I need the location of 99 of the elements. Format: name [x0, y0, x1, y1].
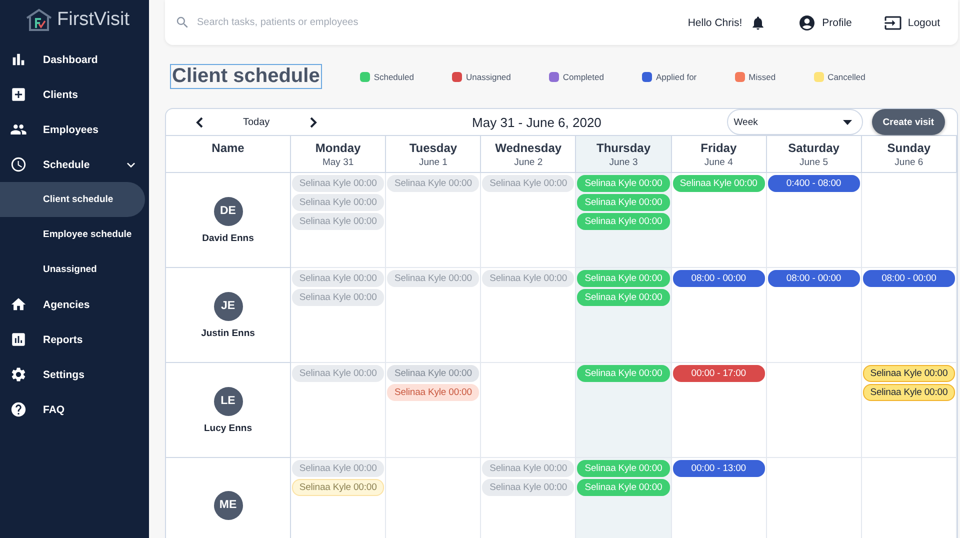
visit-pill[interactable]: Selinaa Kyle 00:00 [387, 384, 480, 401]
day-date: June 3 [609, 157, 638, 168]
next-button[interactable] [310, 116, 317, 128]
nav-icon [10, 296, 27, 313]
visit-pill[interactable]: 00:00 - 17:00 [672, 365, 765, 382]
page-title: Client schedule [170, 64, 322, 89]
day-name: Tuesday [409, 141, 458, 155]
day-name: Monday [315, 141, 361, 155]
brand-name: FirstVisit [57, 9, 130, 31]
avatar: DE [214, 196, 242, 226]
visit-pill[interactable]: Selinaa Kyle 00:00 [482, 460, 574, 477]
nav-icon [10, 51, 27, 68]
visit-pill[interactable]: Selinaa Kyle 00:00 [577, 175, 670, 192]
sidebar-item[interactable]: Employees [0, 112, 139, 147]
today-button[interactable]: Today [237, 116, 276, 128]
client-name: Lucy Enns [204, 422, 252, 434]
visit-pill[interactable]: Selinaa Kyle 00:00 [577, 289, 670, 306]
legend-label: Applied for [656, 72, 697, 82]
search-field[interactable]: Search tasks, patients or employees [195, 16, 680, 29]
greeting-text: Hello Chris! [688, 16, 742, 28]
visit-pill[interactable]: Selinaa Kyle 00:00 [862, 384, 955, 401]
day-date: June 6 [894, 157, 924, 168]
sidebar-item[interactable]: Dashboard [0, 42, 139, 77]
avatar: ME [214, 490, 242, 520]
sidebar-subitem[interactable]: Client schedule [0, 182, 145, 217]
avatar: JE [214, 292, 242, 320]
nav-icon [10, 86, 27, 103]
sidebar-item[interactable]: Agencies [0, 287, 139, 322]
visit-pill[interactable]: Selinaa Kyle 00:00 [482, 479, 574, 496]
legend-label: Unassigned [466, 72, 511, 82]
visit-pill[interactable]: 00:00 - 13:00 [672, 460, 765, 477]
visit-pill[interactable]: Selinaa Kyle 00:00 [482, 175, 574, 192]
visit-pill[interactable]: Selinaa Kyle 00:00 [292, 213, 384, 230]
day-date: June 2 [514, 157, 543, 168]
house-logo-icon [24, 8, 54, 32]
day-name: Wednesday [495, 141, 562, 155]
visit-pill[interactable]: Selinaa Kyle 00:00 [862, 365, 955, 382]
day-name: Sunday [887, 141, 931, 155]
day-date: June 4 [704, 157, 733, 168]
visit-pill[interactable]: Selinaa Kyle 00:00 [387, 270, 480, 287]
avatar: LE [214, 386, 242, 416]
visit-pill[interactable]: Selinaa Kyle 00:00 [577, 365, 670, 382]
day-name: Thursday [596, 141, 650, 155]
visit-pill[interactable]: Selinaa Kyle 00:00 [292, 270, 384, 287]
visit-pill[interactable]: Selinaa Kyle 00:00 [292, 365, 384, 382]
user-icon [798, 14, 816, 32]
visit-pill[interactable]: Selinaa Kyle 00:00 [292, 460, 384, 477]
view-dropdown[interactable]: Week [726, 109, 863, 135]
nav-icon [10, 156, 27, 173]
visit-pill[interactable]: 08:00 - 00:00 [768, 270, 860, 287]
sidebar-item[interactable]: Schedule [0, 147, 139, 182]
visit-pill[interactable]: Selinaa Kyle 00:00 [387, 175, 480, 192]
visit-pill[interactable]: 08:00 - 00:00 [862, 270, 955, 287]
visit-pill[interactable]: Selinaa Kyle 00:00 [577, 194, 670, 211]
previous-button[interactable] [196, 116, 203, 128]
legend-label: Cancelled [828, 72, 866, 82]
visit-pill[interactable]: Selinaa Kyle 00:00 [577, 213, 670, 230]
visit-pill[interactable]: Selinaa Kyle 00:00 [482, 270, 574, 287]
day-name: Friday [700, 141, 737, 155]
legend-label: Missed [748, 72, 776, 82]
day-name: Saturday [788, 141, 840, 155]
nav-icon [10, 366, 27, 383]
sidebar-item[interactable]: Clients [0, 77, 139, 112]
visit-pill[interactable]: Selinaa Kyle 00:00 [672, 175, 765, 192]
visit-pill[interactable]: 08:00 - 00:00 [672, 270, 765, 287]
logout-icon [884, 14, 902, 32]
visit-pill[interactable]: Selinaa Kyle 00:00 [292, 479, 384, 496]
date-range: May 31 - June 6, 2020 [471, 114, 602, 130]
visit-pill[interactable]: Selinaa Kyle 00:00 [577, 460, 670, 477]
visit-pill[interactable]: Selinaa Kyle 00:00 [577, 479, 670, 496]
legend-label: Scheduled [374, 72, 414, 82]
chevron-right-icon [310, 116, 317, 128]
visit-pill[interactable]: 0:400 - 08:00 [768, 175, 860, 192]
day-date: June 1 [418, 157, 448, 168]
visit-pill[interactable]: Selinaa Kyle 00:00 [577, 270, 670, 287]
visit-pill[interactable]: Selinaa Kyle 00:00 [292, 194, 384, 211]
logout-link[interactable]: Logout [884, 14, 940, 32]
visit-pill[interactable]: Selinaa Kyle 00:00 [292, 289, 384, 306]
visit-pill[interactable]: Selinaa Kyle 00:00 [292, 175, 384, 192]
client-name: Justin Enns [201, 328, 255, 338]
caret-icon [842, 120, 852, 124]
visit-pill[interactable]: Selinaa Kyle 00:00 [387, 365, 480, 382]
client-name: David Enns [202, 232, 254, 244]
profile-link[interactable]: Profile [798, 14, 852, 32]
bell-icon[interactable] [750, 14, 766, 30]
sidebar-subitem[interactable]: Unassigned [0, 252, 145, 287]
sidebar-item[interactable]: Settings [0, 357, 139, 392]
legend-label: Completed [562, 72, 604, 82]
nav-icon [10, 401, 27, 418]
create-visit-button[interactable]: Create visit [872, 109, 945, 135]
search-icon [175, 15, 190, 30]
chevron-left-icon [196, 116, 203, 128]
sidebar-item[interactable]: FAQ [0, 392, 139, 427]
day-date: May 31 [322, 157, 354, 168]
sidebar-item[interactable]: Reports [0, 322, 139, 357]
sidebar-subitem[interactable]: Employee schedule [0, 217, 145, 252]
day-date: June 5 [800, 157, 828, 168]
column-header: Name [212, 141, 244, 155]
nav-icon [10, 331, 27, 348]
